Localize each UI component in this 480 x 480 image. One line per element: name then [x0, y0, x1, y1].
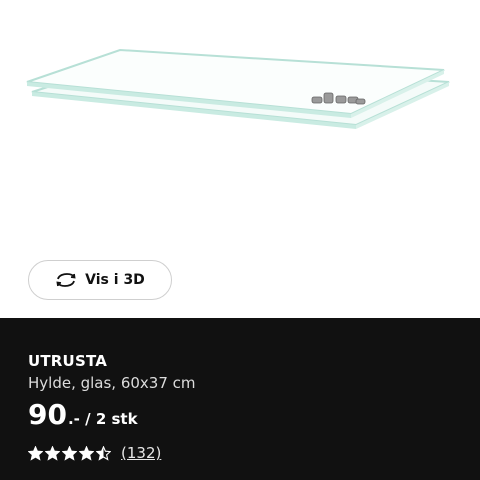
product-info-panel: UTRUSTA Hylde, glas, 60x37 cm 90 .- / 2 …: [0, 318, 480, 480]
view-3d-button[interactable]: Vis i 3D: [28, 260, 172, 300]
star-half-icon: [96, 445, 111, 461]
rating[interactable]: (132): [28, 444, 161, 462]
star-full-icon: [45, 445, 60, 461]
review-count-link[interactable]: (132): [121, 444, 161, 462]
star-full-icon: [62, 445, 77, 461]
rating-stars: [28, 445, 111, 461]
price-suffix: .- / 2 stk: [67, 410, 138, 428]
product-image-area: Vis i 3D: [0, 0, 480, 318]
star-full-icon: [28, 445, 43, 461]
product-image: [26, 48, 450, 129]
price: 90 .- / 2 stk: [28, 398, 138, 432]
product-name[interactable]: UTRUSTA: [28, 352, 107, 370]
view-3d-label: Vis i 3D: [85, 272, 145, 288]
price-integer: 90: [28, 398, 67, 431]
star-full-icon: [79, 445, 94, 461]
rotate-3d-icon: [55, 272, 77, 288]
product-description: Hylde, glas, 60x37 cm: [28, 374, 196, 392]
